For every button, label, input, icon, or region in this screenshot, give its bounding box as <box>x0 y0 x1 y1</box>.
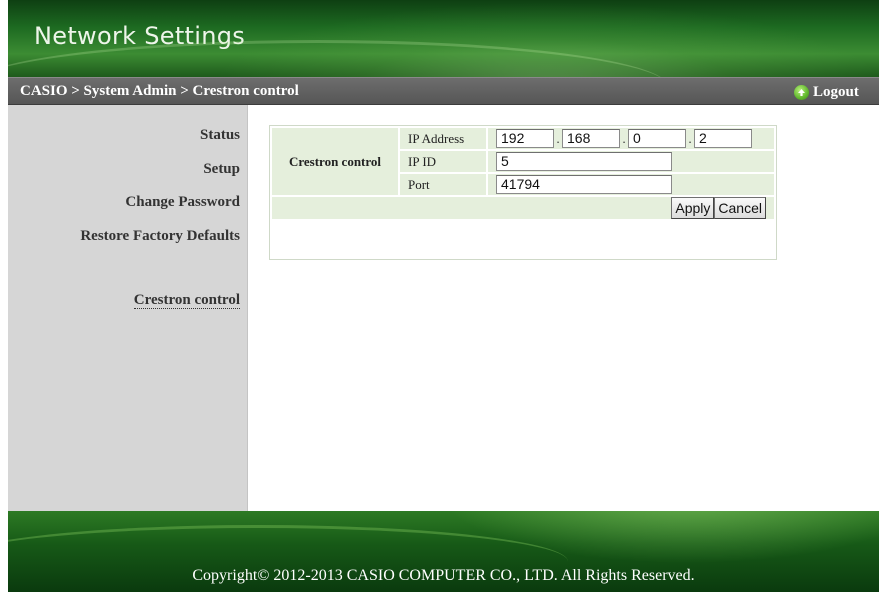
group-label: Crestron control <box>272 128 398 195</box>
app-title: Network Settings <box>34 22 246 50</box>
navbar: CASIO > System Admin > Crestron control … <box>8 77 879 105</box>
ip-octet-4-input[interactable]: 2 <box>694 129 752 148</box>
port-input[interactable]: 41794 <box>496 175 672 194</box>
crestron-settings-panel: Crestron control IP Address 192. 168. 0. 2 … <box>269 125 777 260</box>
form-actions: Apply Cancel <box>272 197 774 219</box>
breadcrumb: CASIO > System Admin > Crestron control <box>20 83 299 99</box>
logout-label: Logout <box>813 83 859 100</box>
ip-separator: . <box>622 131 626 146</box>
header-banner: Network Settings <box>8 0 879 77</box>
ip-id-input[interactable]: 5 <box>496 152 672 171</box>
ip-address-label: IP Address <box>400 128 486 149</box>
ip-separator: . <box>556 131 560 146</box>
ip-octet-2-input[interactable]: 168 <box>562 129 620 148</box>
port-value: 41794 <box>488 174 774 195</box>
ip-separator: . <box>688 131 692 146</box>
sidebar-item-restore-factory-defaults[interactable]: Restore Factory Defaults <box>80 228 240 245</box>
sidebar-item-status[interactable]: Status <box>200 127 240 144</box>
ip-id-value: 5 <box>488 151 774 172</box>
logout-link[interactable]: Logout <box>794 82 859 102</box>
cancel-button[interactable]: Cancel <box>714 197 766 219</box>
sidebar-item-change-password[interactable]: Change Password <box>125 194 240 211</box>
sidebar: Status Setup Change Password Restore Fac… <box>8 105 248 511</box>
copyright-text: Copyright© 2012-2013 CASIO COMPUTER CO.,… <box>192 567 695 584</box>
crestron-form: Crestron control IP Address 192. 168. 0. 2 … <box>270 126 776 221</box>
ip-address-value: 192. 168. 0. 2 <box>488 128 774 149</box>
port-label: Port <box>400 174 486 195</box>
ip-id-label: IP ID <box>400 151 486 172</box>
sidebar-item-setup[interactable]: Setup <box>203 161 240 178</box>
sidebar-item-crestron-control[interactable]: Crestron control <box>133 293 240 309</box>
arrow-up-icon <box>794 84 809 100</box>
ip-octet-3-input[interactable]: 0 <box>628 129 686 148</box>
ip-octet-1-input[interactable]: 192 <box>496 129 554 148</box>
main-content: Crestron control IP Address 192. 168. 0. 2 … <box>248 105 879 511</box>
footer-banner: Copyright© 2012-2013 CASIO COMPUTER CO.,… <box>8 511 879 592</box>
apply-button[interactable]: Apply <box>671 197 715 219</box>
